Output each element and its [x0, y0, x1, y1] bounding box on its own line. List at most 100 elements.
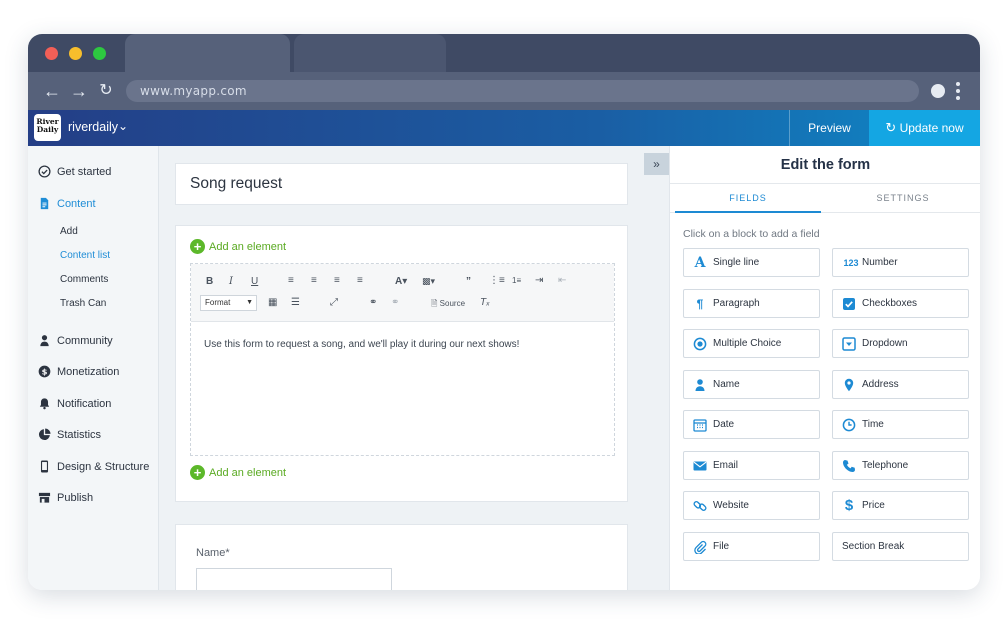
tab-fields[interactable]: FIELDS — [675, 184, 821, 213]
collapse-panel-icon[interactable]: » — [644, 153, 669, 175]
update-now-label: Update now — [899, 121, 964, 135]
caret-down-icon: ▼ — [246, 299, 253, 306]
field-address[interactable]: Address — [832, 370, 969, 399]
field-single-line[interactable]: A Single line — [683, 248, 820, 277]
unlink-icon[interactable]: ⚭ — [391, 297, 399, 309]
sidebar-subitem-add[interactable]: Add — [60, 225, 78, 239]
format-select-label: Format — [205, 298, 231, 307]
editor-toolbar: B I U ≡ ≡ ≡ ≡ A▾ ▩▾ ” ⋮≡ 1≡ ⇥ ⇤ Format ▼… — [191, 264, 614, 322]
rich-text-editor[interactable]: B I U ≡ ≡ ≡ ≡ A▾ ▩▾ ” ⋮≡ 1≡ ⇥ ⇤ Format ▼… — [190, 263, 615, 456]
form-title-card[interactable]: Song request — [175, 163, 628, 205]
field-label: Website — [713, 500, 749, 511]
number-123-icon: 123 — [843, 258, 859, 268]
sidebar-subitem-content-list[interactable]: Content list — [60, 249, 110, 263]
update-now-button[interactable]: ↻ Update now — [869, 110, 980, 146]
browser-tab-active[interactable] — [125, 34, 290, 72]
clear-format-icon[interactable]: Tₓ — [480, 297, 490, 309]
panel-title: Edit the form — [780, 157, 871, 173]
refresh-icon: ↻ — [885, 120, 897, 135]
reload-icon[interactable]: ↻ — [95, 80, 117, 102]
align-right-icon[interactable]: ≡ — [334, 275, 340, 287]
field-label: Time — [862, 419, 884, 430]
field-multiple-choice[interactable]: Multiple Choice — [683, 329, 820, 358]
name-field-label: Name* — [196, 547, 230, 559]
form-title[interactable]: Song request — [190, 175, 282, 193]
kebab-menu-icon[interactable] — [956, 80, 962, 102]
link-icon — [693, 500, 707, 512]
indent-icon[interactable]: ⇥ — [535, 275, 543, 287]
underline-icon[interactable]: U — [251, 276, 258, 288]
field-paragraph[interactable]: ¶ Paragraph — [683, 289, 820, 318]
back-arrow-icon[interactable]: ← — [41, 80, 63, 102]
field-email[interactable]: Email — [683, 451, 820, 480]
calendar-icon — [693, 419, 707, 432]
editor-card: + Add an element B I U ≡ ≡ ≡ ≡ A▾ ▩▾ ” ⋮… — [175, 225, 628, 502]
plus-circle-icon: + — [190, 239, 205, 254]
background-color-icon[interactable]: ▩▾ — [422, 275, 435, 287]
horizontal-rule-icon[interactable]: ☰ — [291, 297, 300, 309]
radio-icon — [693, 337, 707, 351]
link-icon[interactable]: ⚭ — [369, 297, 377, 309]
source-label: Source — [439, 299, 466, 308]
field-number[interactable]: 123 Number — [832, 248, 969, 277]
name-input[interactable] — [196, 568, 392, 590]
field-section-break[interactable]: Section Break — [832, 532, 969, 561]
field-dropdown[interactable]: Dropdown — [832, 329, 969, 358]
chevron-down-icon[interactable]: ⌄ — [118, 119, 128, 133]
field-time[interactable]: Time — [832, 410, 969, 439]
field-website[interactable]: Website — [683, 491, 820, 520]
panel-tabs: FIELDS SETTINGS — [670, 183, 980, 213]
numbered-list-icon[interactable]: 1≡ — [512, 275, 521, 287]
sidebar-subitem-comments[interactable]: Comments — [60, 273, 108, 287]
sidebar-item-label: Statistics — [57, 429, 102, 441]
browser-window: ← → ↻ www.myapp.com River Daily riverdail… — [28, 34, 980, 590]
store-icon — [38, 492, 51, 503]
field-telephone[interactable]: Telephone — [832, 451, 969, 480]
field-label: Address — [862, 379, 899, 390]
field-name[interactable]: Name — [683, 370, 820, 399]
field-price[interactable]: $ Price — [832, 491, 969, 520]
source-button[interactable]: 🗎 Source — [431, 298, 465, 310]
align-left-icon[interactable]: ≡ — [288, 275, 294, 287]
forward-arrow-icon[interactable]: → — [68, 80, 90, 102]
bell-icon — [39, 398, 50, 410]
close-window-button[interactable] — [45, 47, 58, 60]
dollar-icon: $ — [38, 365, 51, 378]
plus-circle-icon: + — [190, 465, 205, 480]
preview-button[interactable]: Preview — [789, 110, 869, 146]
outdent-icon[interactable]: ⇤ — [558, 275, 566, 287]
editor-body-text[interactable]: Use this form to request a song, and we'… — [204, 339, 519, 350]
user-icon — [40, 335, 49, 347]
site-logo[interactable]: River Daily — [34, 114, 61, 141]
main-content: Song request + Add an element B I U ≡ ≡ … — [159, 146, 669, 590]
site-name[interactable]: riverdaily — [68, 120, 118, 134]
align-justify-icon[interactable]: ≡ — [357, 275, 363, 287]
format-select[interactable]: Format ▼ — [200, 295, 257, 311]
blockquote-icon[interactable]: ” — [466, 276, 471, 288]
browser-tab[interactable] — [294, 34, 446, 72]
text-color-icon[interactable]: A▾ — [395, 276, 407, 288]
bullet-list-icon[interactable]: ⋮≡ — [489, 275, 505, 287]
field-label: Telephone — [862, 460, 909, 471]
field-label: Email — [713, 460, 739, 471]
profile-icon[interactable] — [931, 84, 945, 98]
checkbox-icon — [843, 298, 855, 310]
address-bar[interactable]: www.myapp.com — [126, 80, 919, 102]
field-file[interactable]: File — [683, 532, 820, 561]
italic-icon[interactable]: I — [229, 276, 233, 288]
paragraph-icon: ¶ — [696, 297, 704, 311]
maximize-window-button[interactable] — [93, 47, 106, 60]
sidebar-item-label: Get started — [57, 166, 112, 178]
field-date[interactable]: Date — [683, 410, 820, 439]
minimize-window-button[interactable] — [69, 47, 82, 60]
tab-settings[interactable]: SETTINGS — [830, 184, 976, 213]
align-center-icon[interactable]: ≡ — [311, 275, 317, 287]
sidebar-subitem-trash-can[interactable]: Trash Can — [60, 297, 106, 311]
field-checkboxes[interactable]: Checkboxes — [832, 289, 969, 318]
document-icon — [40, 197, 49, 210]
table-icon[interactable]: ▦ — [268, 297, 277, 309]
field-label: Paragraph — [713, 298, 760, 309]
svg-text:$: $ — [42, 367, 48, 377]
bold-icon[interactable]: B — [206, 276, 213, 288]
fullscreen-icon[interactable]: ⤢ — [330, 297, 338, 309]
